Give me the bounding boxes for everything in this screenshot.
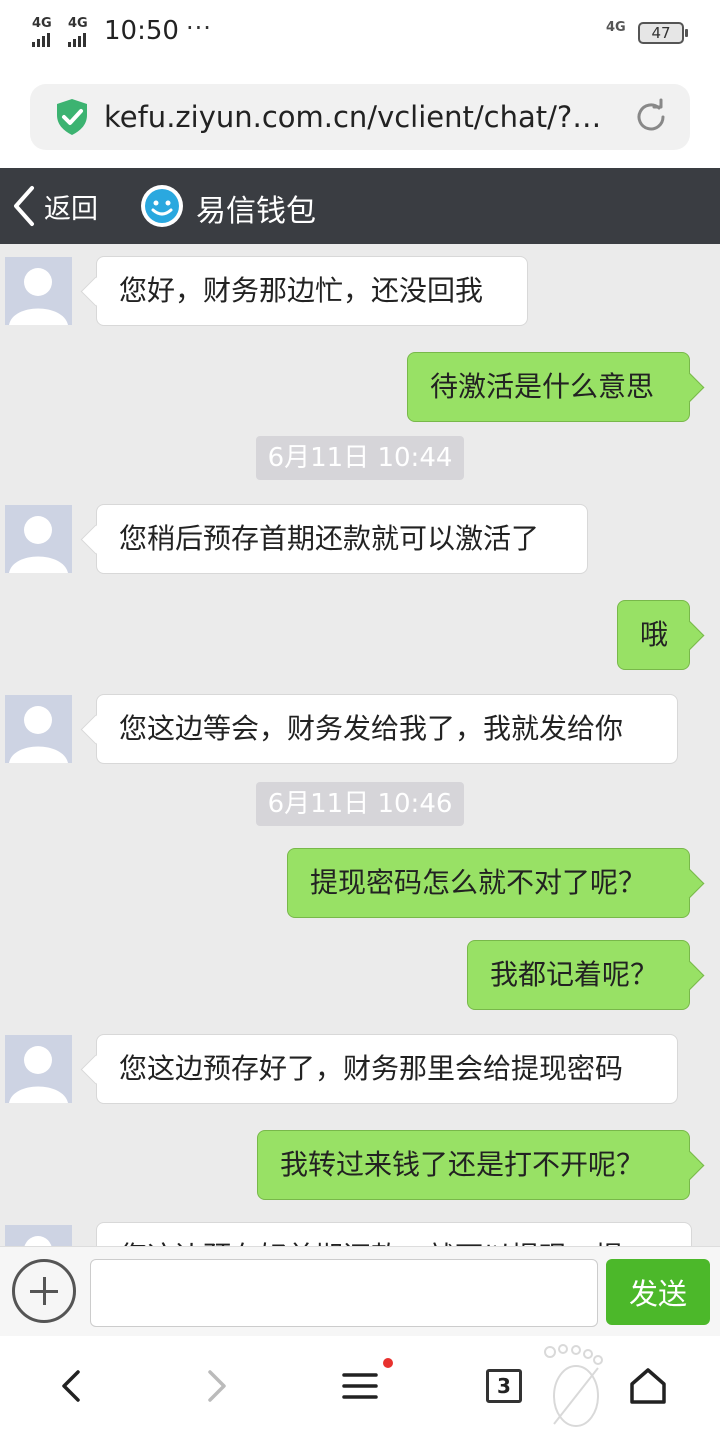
more-notifications-icon: ··· xyxy=(186,14,212,42)
address-bar[interactable]: kefu.ziyun.com.cn/vclient/chat/?w… xyxy=(30,84,690,150)
battery-icon: 47 xyxy=(638,22,688,44)
signal-icon-2: 4G xyxy=(68,16,88,47)
notification-dot xyxy=(383,1358,393,1368)
url-text[interactable]: kefu.ziyun.com.cn/vclient/chat/?w… xyxy=(104,98,624,136)
message-bubble-incoming: 您这边预存好首期还款，就可以提现，提 xyxy=(96,1222,692,1246)
chat-header: 返回 易信钱包 xyxy=(0,168,720,244)
add-attachment-button[interactable] xyxy=(12,1259,76,1323)
browser-address-area: kefu.ziyun.com.cn/vclient/chat/?w… xyxy=(0,68,720,168)
signal-label: 4G xyxy=(32,16,52,31)
browser-bottom-nav: 3 xyxy=(0,1336,720,1436)
back-label: 返回 xyxy=(44,193,98,225)
signal-label-2: 4G xyxy=(68,16,88,31)
message-bubble-incoming: 您这边预存好了，财务那里会给提现密码 xyxy=(96,1034,678,1104)
chevron-left-icon xyxy=(14,186,34,226)
agent-avatar xyxy=(5,257,72,325)
timestamp-divider: 6月11日 10:44 xyxy=(256,436,464,480)
browser-back-icon[interactable] xyxy=(48,1362,96,1410)
agent-avatar xyxy=(5,505,72,573)
agent-avatar xyxy=(5,1225,72,1246)
brand-logo-icon xyxy=(141,185,183,227)
timestamp-divider: 6月11日 10:46 xyxy=(256,782,464,826)
agent-avatar xyxy=(5,695,72,763)
message-bubble-outgoing: 待激活是什么意思 xyxy=(407,352,690,422)
back-button[interactable]: 返回 xyxy=(10,182,98,230)
home-icon[interactable] xyxy=(624,1362,672,1410)
browser-forward-icon[interactable] xyxy=(192,1362,240,1410)
clock: 10:50 xyxy=(104,16,179,46)
page-title: 易信钱包 xyxy=(196,194,316,229)
message-bubble-outgoing: 哦 xyxy=(617,600,690,670)
message-list[interactable]: 您好，财务那边忙，还没回我 待激活是什么意思 6月11日 10:44 您稍后预存… xyxy=(0,244,720,1246)
message-input-bar: 发送 xyxy=(0,1246,720,1336)
send-button[interactable]: 发送 xyxy=(606,1259,710,1325)
message-bubble-outgoing: 我都记着呢？ xyxy=(467,940,690,1010)
refresh-icon[interactable] xyxy=(632,98,670,136)
message-input[interactable] xyxy=(90,1259,598,1327)
network-indicator: 4G xyxy=(606,20,626,35)
tabs-button[interactable]: 3 xyxy=(486,1369,522,1403)
message-bubble-incoming: 您稍后预存首期还款就可以激活了 xyxy=(96,504,588,574)
message-bubble-incoming: 您这边等会，财务发给我了，我就发给你 xyxy=(96,694,678,764)
signal-icon: 4G xyxy=(32,16,52,47)
message-bubble-incoming: 您好，财务那边忙，还没回我 xyxy=(96,256,528,326)
footprint-watermark-icon xyxy=(544,1344,603,1427)
status-bar: 4G 4G 10:50 ··· 4G 47 xyxy=(0,0,720,68)
agent-avatar xyxy=(5,1035,72,1103)
menu-icon[interactable] xyxy=(336,1362,384,1410)
message-bubble-outgoing: 提现密码怎么就不对了呢？ xyxy=(287,848,690,918)
secure-shield-icon xyxy=(57,99,87,135)
message-bubble-outgoing: 我转过来钱了还是打不开呢？ xyxy=(257,1130,690,1200)
